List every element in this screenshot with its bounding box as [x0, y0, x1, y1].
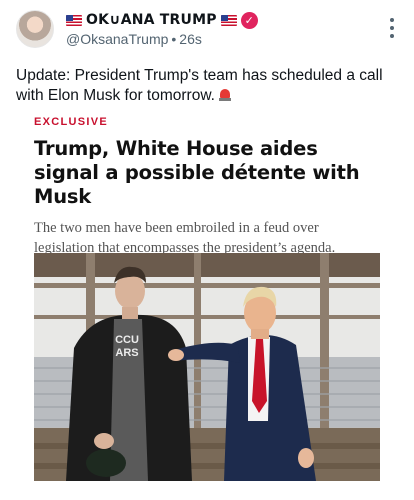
separator-dot: •	[171, 31, 177, 47]
post-text-content: Update: President Trump's team has sched…	[16, 67, 383, 104]
article-label: EXCLUSIVE	[34, 116, 109, 128]
avatar[interactable]	[16, 10, 54, 48]
shirt-text: ARS	[115, 347, 138, 359]
article-card[interactable]: EXCLUSIVE Trump, White House aides signa…	[34, 116, 380, 490]
article-headline[interactable]: Trump, White House aides signal a possib…	[34, 137, 380, 209]
post-header: OK∪ANA TRUMP ✓ @OksanaTrump • 26s	[16, 10, 398, 50]
article-photo[interactable]: CCU ARS	[34, 253, 380, 481]
us-flag-icon	[66, 14, 82, 26]
post-timestamp[interactable]: 26s	[179, 31, 202, 47]
author-name-row[interactable]: OK∪ANA TRUMP ✓	[66, 11, 258, 29]
author-handle[interactable]: @OksanaTrump	[66, 31, 168, 47]
post-text: Update: President Trump's team has sched…	[16, 66, 400, 106]
police-siren-icon	[218, 88, 231, 101]
us-flag-icon	[220, 14, 237, 26]
more-options-icon[interactable]	[386, 18, 398, 38]
handle-row: @OksanaTrump • 26s	[66, 31, 202, 47]
author-display-name[interactable]: OK∪ANA TRUMP	[86, 12, 217, 28]
verified-badge-icon: ✓	[240, 11, 258, 29]
shirt-text: CCU	[115, 334, 139, 346]
article-dek: The two men have been embroiled in a feu…	[34, 220, 336, 256]
